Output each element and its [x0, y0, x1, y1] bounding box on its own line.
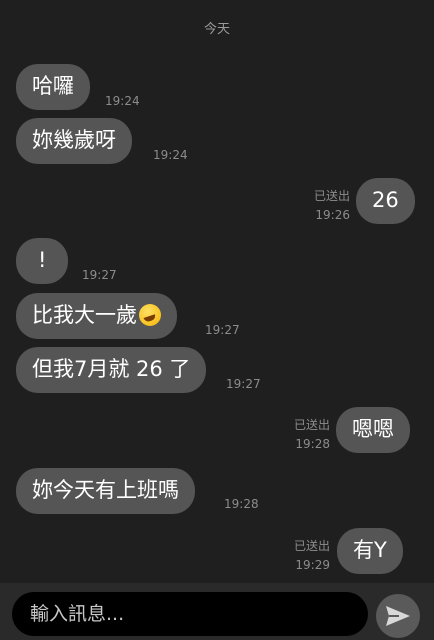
message-time: 19:27: [226, 377, 261, 391]
incoming-message-bubble[interactable]: 但我7月就 26 了: [16, 347, 207, 393]
incoming-message-bubble[interactable]: 哈囉: [16, 64, 90, 110]
outgoing-message-bubble[interactable]: 有Y: [337, 528, 403, 574]
incoming-message-bubble[interactable]: !: [16, 238, 69, 284]
message-time: 19:27: [82, 268, 117, 282]
message-time: 19:28: [295, 437, 330, 451]
date-divider: 今天: [203, 22, 230, 37]
paper-plane-icon: [386, 606, 410, 626]
outgoing-message-bubble[interactable]: 嗯嗯: [336, 407, 410, 453]
message-time: 19:24: [153, 148, 188, 162]
message-time: 19:26: [315, 208, 350, 222]
message-time: 19:27: [205, 323, 240, 337]
sent-status: 已送出: [293, 418, 330, 432]
sent-status: 已送出: [293, 539, 330, 553]
incoming-message-bubble[interactable]: 妳今天有上班嗎: [16, 468, 195, 514]
message-composer: 輸入訊息...: [0, 583, 434, 640]
message-time: 19:28: [224, 497, 259, 511]
message-input[interactable]: 輸入訊息...: [12, 592, 368, 636]
send-button[interactable]: [376, 594, 420, 638]
chat-screen: 今天 哈囉 19:24 妳幾歲呀 19:24 已送出 19:26 26 ! 19…: [0, 0, 434, 640]
message-text: 比我大一歲: [32, 303, 137, 327]
message-time: 19:29: [295, 558, 330, 572]
rolling-on-floor-laughing-icon: [139, 304, 161, 326]
message-time: 19:24: [105, 94, 140, 108]
incoming-message-bubble[interactable]: 比我大一歲: [16, 293, 177, 339]
outgoing-message-bubble[interactable]: 26: [356, 178, 415, 224]
sent-status: 已送出: [313, 189, 350, 203]
incoming-message-bubble[interactable]: 妳幾歲呀: [16, 118, 132, 164]
